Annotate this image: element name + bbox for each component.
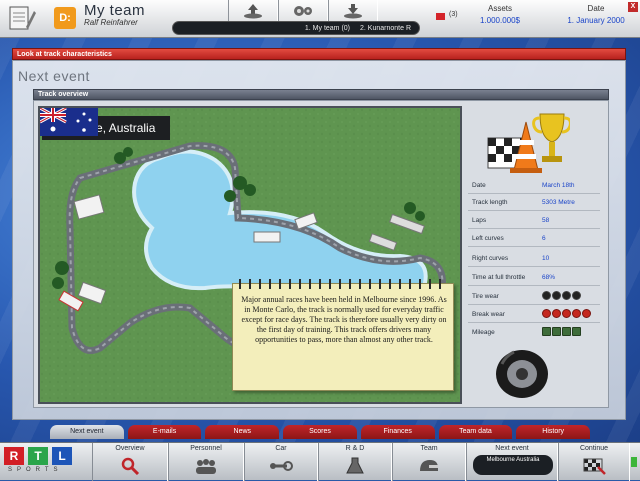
stat-row-full-throttle: Time at full throttle 68% <box>468 269 600 286</box>
gear-icon <box>294 6 312 16</box>
next-event-location: Melbourne Australia <box>473 455 553 475</box>
tab-team-data[interactable]: Team data <box>438 425 513 439</box>
tab-my-team[interactable]: 1. My team (0) <box>305 25 350 32</box>
rating-dot <box>552 291 561 300</box>
team-logo[interactable]: D: <box>54 7 76 29</box>
team-subtitle: Ralf Reinfahrer <box>84 18 138 27</box>
rating-dot <box>562 291 571 300</box>
rating-dot <box>572 291 581 300</box>
rating-dot <box>572 327 581 336</box>
people-icon <box>196 459 216 474</box>
tab-next-event[interactable]: Next event <box>50 425 124 439</box>
upload-button[interactable] <box>228 0 278 22</box>
track-description-note: Major annual races have been held in Mel… <box>232 279 454 391</box>
tab-finances[interactable]: Finances <box>360 425 435 439</box>
rating-dot <box>562 327 571 336</box>
stat-row-date: Date March 18th <box>468 177 600 194</box>
continue-button[interactable]: Continue <box>558 443 630 481</box>
track-description: Major annual races have been held in Mel… <box>241 295 447 344</box>
bottom-nav-bar: R T L SPORTS Overview Personnel Car R & … <box>0 442 640 481</box>
helmet-icon <box>420 460 438 471</box>
rating-dot <box>582 309 591 318</box>
rating-row-break-wear: Break wear <box>468 306 600 323</box>
messages-flag-icon[interactable] <box>436 13 445 20</box>
assets-value: 1.000.000$ <box>479 16 521 25</box>
rating-dot <box>542 327 551 336</box>
magnifier-icon <box>121 457 140 475</box>
stat-row-left-curves: Left curves 6 <box>468 230 600 247</box>
team-title: My team <box>84 2 146 19</box>
stat-row-laps: Laps 58 <box>468 212 600 229</box>
close-button[interactable]: X <box>628 2 638 12</box>
page-title: Next event <box>18 68 90 84</box>
checkered-flag-icon <box>583 458 606 475</box>
tire-wear-rating <box>542 291 581 300</box>
rating-row-mileage: Mileage <box>468 324 600 341</box>
stat-row-track-length: Track length 5303 Metre <box>468 194 600 211</box>
rtl-sports-logo: R T L SPORTS <box>4 447 84 477</box>
settings-button[interactable] <box>278 0 328 22</box>
notepad-rings <box>239 279 449 289</box>
assets-label: Assets <box>487 4 512 13</box>
rating-dot <box>572 309 581 318</box>
date-value: 1. January 2000 <box>567 16 625 25</box>
messages-count: (3) <box>449 11 458 18</box>
wrench-icon <box>270 461 293 471</box>
team-button[interactable]: Team <box>392 443 466 481</box>
download-button[interactable] <box>328 0 378 22</box>
break-wear-rating <box>542 309 591 318</box>
rating-row-tire-wear: Tire wear <box>468 288 600 305</box>
subtab-bar: Next event E-mails News Scores Finances … <box>50 425 591 439</box>
mileage-rating <box>542 327 581 336</box>
tire-icon <box>496 350 548 398</box>
rating-dot <box>542 291 551 300</box>
tab-history[interactable]: History <box>516 425 591 439</box>
tab-e-mails[interactable]: E-mails <box>127 425 202 439</box>
australia-flag-icon <box>40 108 98 136</box>
personnel-button[interactable]: Personnel <box>168 443 244 481</box>
flask-icon <box>346 457 364 474</box>
r-and-d-button[interactable]: R & D <box>318 443 392 481</box>
trophy-cone-icon <box>487 113 570 173</box>
rating-dot <box>542 309 551 318</box>
download-icon <box>344 4 362 19</box>
next-event-button[interactable]: Next event Melbourne Australia <box>466 443 558 481</box>
status-indicator <box>631 457 637 467</box>
date-label: Date <box>587 4 605 13</box>
rating-dot <box>562 309 571 318</box>
top-bar: D: My team Ralf Reinfahrer 1. My team (0… <box>0 0 640 38</box>
tab-rival-team[interactable]: 2. Kunarnonte R <box>360 25 411 32</box>
car-button[interactable]: Car <box>244 443 318 481</box>
overview-button[interactable]: Overview <box>92 443 168 481</box>
tab-news[interactable]: News <box>205 425 280 439</box>
track-overview-header: Track overview <box>33 89 609 100</box>
tab-scores[interactable]: Scores <box>283 425 357 439</box>
rating-dot <box>552 309 561 318</box>
rating-dot <box>552 327 561 336</box>
notepad-icon[interactable] <box>6 3 36 33</box>
stat-row-right-curves: Right curves 10 <box>468 250 600 267</box>
upload-icon <box>244 4 262 19</box>
panel-header: Look at track characteristics <box>12 48 626 60</box>
team-tab-strip: 1. My team (0) 2. Kunarnonte R <box>172 21 420 35</box>
